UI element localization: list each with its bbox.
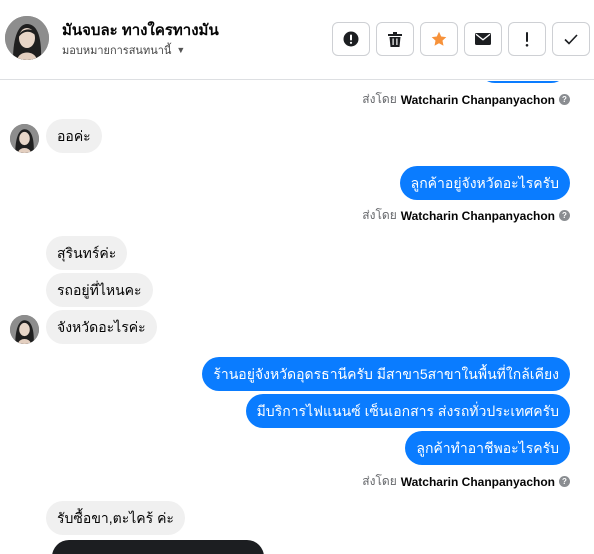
alert-circle-icon xyxy=(343,31,359,47)
checkmark-icon xyxy=(564,33,578,45)
question-icon[interactable]: ? xyxy=(559,210,570,221)
sent-by-label: ส่งโดย Watcharin Chanpanyachon ? xyxy=(362,90,570,109)
contact-avatar[interactable] xyxy=(5,16,49,60)
mail-button[interactable] xyxy=(464,22,502,56)
sent-by-label: ส่งโดย Watcharin Chanpanyachon ? xyxy=(362,472,570,491)
incoming-message[interactable]: รถอยู่ที่ไหนคะ xyxy=(46,273,153,307)
delete-button[interactable] xyxy=(376,22,414,56)
incoming-message[interactable]: รับซื้อขา,ตะไคร้ ค่ะ xyxy=(46,501,185,535)
exclamation-icon xyxy=(525,31,529,47)
message-thread: ส่งโดย Watcharin Chanpanyachon ? ออค่ะ ล… xyxy=(0,81,594,554)
caret-down-icon: ▼ xyxy=(176,45,186,55)
sender-name: Watcharin Chanpanyachon xyxy=(400,474,555,489)
sender-name: Watcharin Chanpanyachon xyxy=(400,92,555,107)
contact-avatar-small[interactable] xyxy=(10,315,39,344)
outgoing-message[interactable]: ลูกค้าอยู่จังหวัดอะไรครับ xyxy=(399,166,570,200)
important-button[interactable] xyxy=(508,22,546,56)
incoming-message[interactable]: ออค่ะ xyxy=(46,119,102,153)
alert-button[interactable] xyxy=(332,22,370,56)
trash-icon xyxy=(388,31,402,47)
star-button[interactable] xyxy=(420,22,458,56)
question-icon[interactable]: ? xyxy=(559,94,570,105)
incoming-message[interactable]: สุรินทร์ค่ะ xyxy=(46,236,128,270)
conversation-header: มันจบละ ทางใครทางมัน มอบหมายการสนทนานี้ … xyxy=(0,0,594,80)
star-icon xyxy=(431,31,447,46)
incoming-message[interactable]: จังหวัดอะไรค่ะ xyxy=(46,310,157,344)
action-toolbar xyxy=(332,22,590,56)
outgoing-message[interactable]: มีบริการไฟแนนซ์ เซ็นเอกสาร ส่งรถทั่วประเ… xyxy=(245,394,570,428)
done-button[interactable] xyxy=(552,22,590,56)
outgoing-message[interactable]: ร้านอยู่จังหวัดอุดรธานีครับ มีสาขา5สาขาใ… xyxy=(202,357,570,391)
outgoing-message-partial[interactable] xyxy=(478,81,568,83)
incoming-message-partial[interactable] xyxy=(52,540,264,554)
assign-conversation-dropdown[interactable]: มอบหมายการสนทนานี้ ▼ xyxy=(62,41,185,59)
contact-avatar-small[interactable] xyxy=(10,124,39,153)
assign-label: มอบหมายการสนทนานี้ xyxy=(62,45,172,57)
contact-name: มันจบละ ทางใครทางมัน xyxy=(62,22,219,39)
question-icon[interactable]: ? xyxy=(559,476,570,487)
sender-name: Watcharin Chanpanyachon xyxy=(400,208,555,223)
sent-by-label: ส่งโดย Watcharin Chanpanyachon ? xyxy=(362,206,570,225)
outgoing-message[interactable]: ลูกค้าทำอาชีพอะไรครับ xyxy=(405,431,570,465)
envelope-icon xyxy=(475,33,491,45)
